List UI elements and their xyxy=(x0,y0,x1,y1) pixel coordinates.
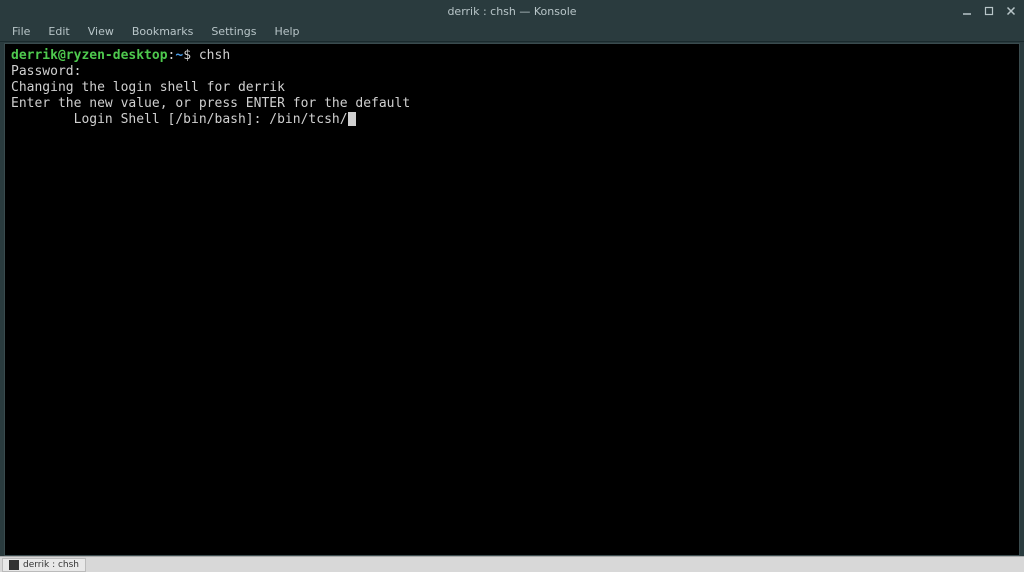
menu-file[interactable]: File xyxy=(4,23,38,40)
menu-edit[interactable]: Edit xyxy=(40,23,77,40)
close-icon xyxy=(1006,6,1016,16)
terminal-line-login-prompt: Login Shell [/bin/bash]: xyxy=(11,112,269,127)
menu-settings[interactable]: Settings xyxy=(203,23,264,40)
titlebar[interactable]: derrik : chsh — Konsole xyxy=(0,0,1024,22)
maximize-icon xyxy=(984,6,994,16)
terminal-line-login-value: /bin/tcsh/ xyxy=(269,112,347,127)
terminal-cursor xyxy=(348,112,356,126)
terminal-line-enter: Enter the new value, or press ENTER for … xyxy=(11,96,410,111)
menu-view[interactable]: View xyxy=(80,23,122,40)
menu-bookmarks[interactable]: Bookmarks xyxy=(124,23,201,40)
window-controls xyxy=(960,0,1018,22)
window-title: derrik : chsh — Konsole xyxy=(447,5,576,18)
taskbar: derrik : chsh xyxy=(0,556,1024,572)
menu-help[interactable]: Help xyxy=(266,23,307,40)
konsole-window: derrik : chsh — Konsole File Edit View B… xyxy=(0,0,1024,560)
minimize-button[interactable] xyxy=(960,4,974,18)
menubar: File Edit View Bookmarks Settings Help xyxy=(0,22,1024,42)
terminal[interactable]: derrik@ryzen-desktop:~$ chsh Password: C… xyxy=(4,43,1020,556)
minimize-icon xyxy=(962,6,972,16)
terminal-command: chsh xyxy=(191,48,230,63)
prompt-end: $ xyxy=(183,48,191,63)
taskbar-item-label: derrik : chsh xyxy=(23,560,79,570)
terminal-line-changing: Changing the login shell for derrik xyxy=(11,80,285,95)
terminal-line-password: Password: xyxy=(11,64,81,79)
terminal-icon xyxy=(9,560,19,570)
close-button[interactable] xyxy=(1004,4,1018,18)
taskbar-item-konsole[interactable]: derrik : chsh xyxy=(2,558,86,572)
maximize-button[interactable] xyxy=(982,4,996,18)
prompt-user-host: derrik@ryzen-desktop xyxy=(11,48,168,63)
